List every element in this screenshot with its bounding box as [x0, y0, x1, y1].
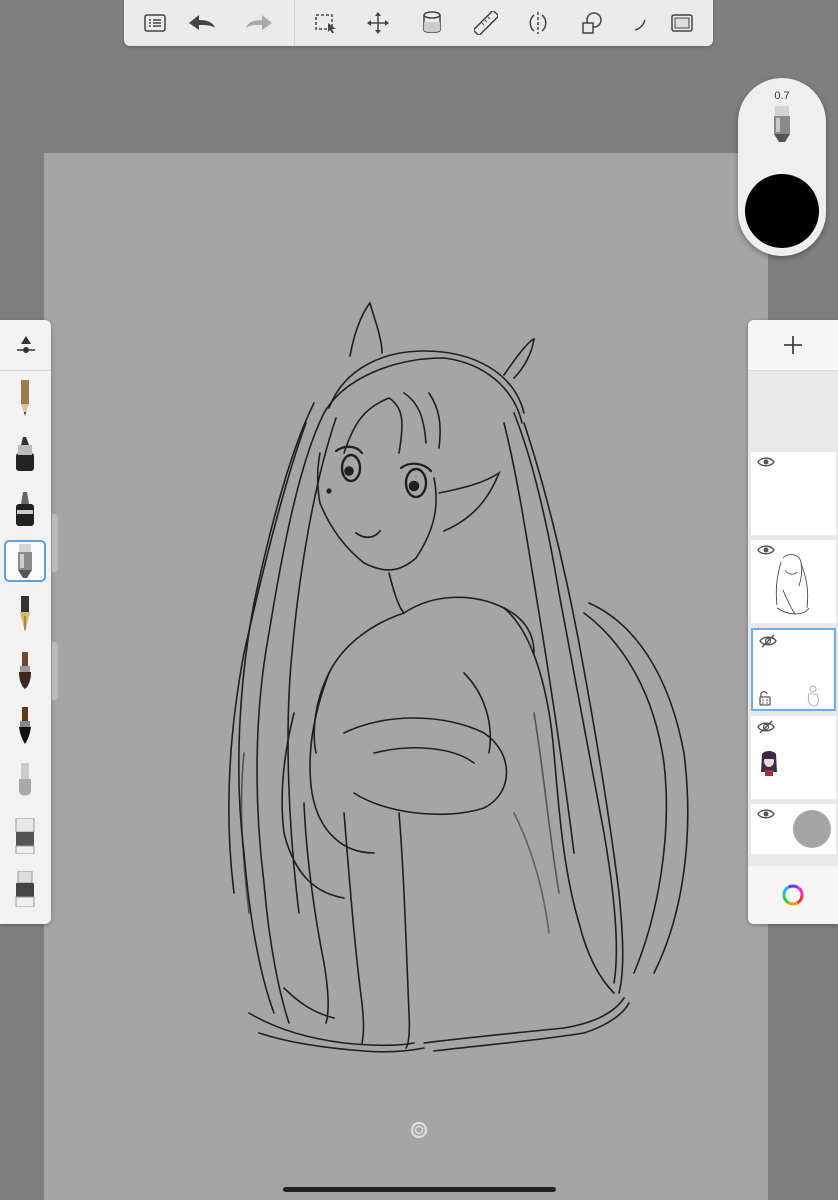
- eye-hidden-icon[interactable]: [759, 634, 777, 648]
- brush-palette: [0, 320, 51, 924]
- sketch-app: 0.7: [0, 0, 838, 1200]
- symmetry-icon[interactable]: [522, 7, 554, 39]
- marker-icon[interactable]: [4, 433, 46, 475]
- sync-icon[interactable]: [409, 1120, 429, 1145]
- fountain-pen-icon[interactable]: [4, 594, 46, 636]
- paintbrush-icon[interactable]: [4, 650, 46, 692]
- brush-property-puck[interactable]: 0.7: [738, 78, 826, 256]
- hard-eraser-icon[interactable]: [4, 868, 46, 910]
- palette-drag-handle[interactable]: [52, 642, 58, 700]
- color-swatch[interactable]: [745, 174, 819, 248]
- layer-thumbnail: [807, 685, 819, 707]
- shapes-icon[interactable]: [576, 7, 608, 39]
- home-indicator[interactable]: [283, 1187, 556, 1192]
- layer-thumbnail: [761, 751, 777, 776]
- undo-icon[interactable]: [186, 7, 218, 39]
- ballpoint-pen-brush[interactable]: [4, 540, 46, 582]
- layer-hidden-selected[interactable]: [751, 628, 836, 711]
- brush-settings-icon[interactable]: [0, 320, 51, 371]
- ruler-icon[interactable]: [470, 7, 502, 39]
- add-layer-button[interactable]: [748, 320, 838, 371]
- sketch-drawing: [228, 301, 689, 1053]
- top-toolbar: [124, 0, 713, 46]
- transform-icon[interactable]: [362, 7, 394, 39]
- eye-icon[interactable]: [757, 456, 775, 468]
- fullscreen-icon[interactable]: [666, 7, 698, 39]
- eye-icon[interactable]: [757, 808, 775, 820]
- background-color-swatch[interactable]: [793, 810, 831, 848]
- layer-panel: [748, 320, 838, 924]
- brush-size-label: 0.7: [774, 90, 790, 102]
- layer-empty[interactable]: [751, 452, 836, 535]
- soft-eraser-icon[interactable]: [4, 815, 46, 857]
- layer-background[interactable]: [751, 804, 836, 854]
- perspective-icon[interactable]: [624, 7, 656, 39]
- redo-icon[interactable]: [243, 7, 275, 39]
- pencil-icon[interactable]: [4, 378, 46, 420]
- list-icon[interactable]: [139, 7, 171, 39]
- ballpoint-pen-icon: [738, 106, 826, 142]
- eye-hidden-icon[interactable]: [757, 720, 775, 734]
- layer-sketch[interactable]: [751, 540, 836, 623]
- layer-reference[interactable]: [751, 716, 836, 799]
- color-wheel-button[interactable]: [748, 866, 838, 924]
- selection-icon[interactable]: [310, 7, 342, 39]
- airbrush-icon[interactable]: [4, 488, 46, 530]
- plus-icon: [784, 336, 802, 354]
- color-wheel-icon: [782, 884, 804, 906]
- smudge-icon[interactable]: [4, 760, 46, 802]
- layer-thumbnail: [775, 554, 810, 615]
- fill-bucket-icon[interactable]: [416, 7, 448, 39]
- palette-drag-handle[interactable]: [52, 514, 58, 572]
- lock-icon[interactable]: [758, 690, 772, 706]
- drawing-canvas[interactable]: [44, 153, 768, 1200]
- ink-brush-icon[interactable]: [4, 705, 46, 747]
- toolbar-divider: [294, 0, 295, 46]
